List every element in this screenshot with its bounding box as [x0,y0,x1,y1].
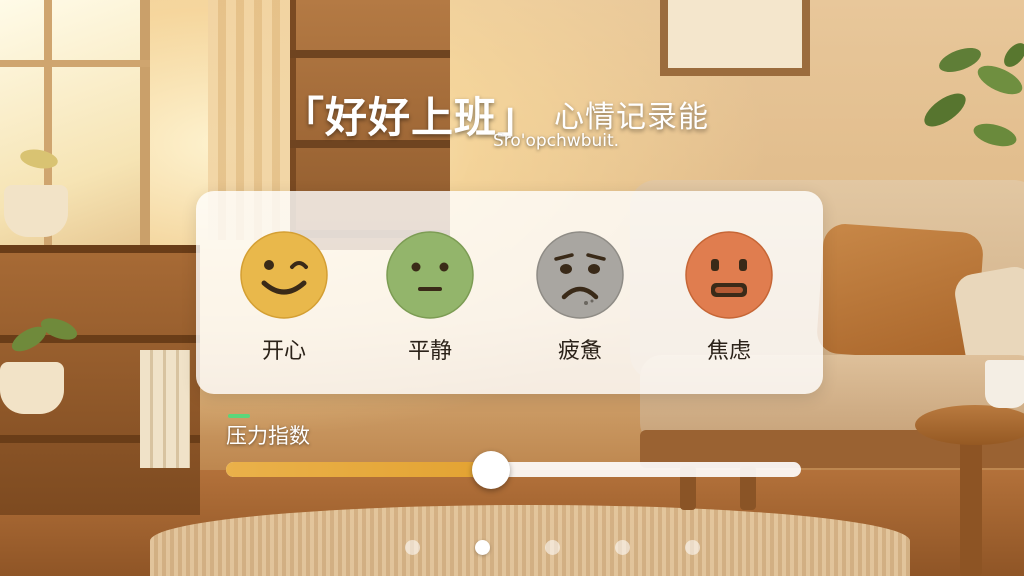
side-table [915,405,1024,445]
plant [924,43,1024,147]
pagination-dots [405,540,705,556]
app-tagline: Sro'opchwbuit. [493,131,620,151]
pressure-slider-track[interactable] [226,462,801,477]
mood-option-tired[interactable]: 疲惫 [520,231,640,371]
mood-option-happy[interactable]: 开心 [224,231,344,371]
calm-face-icon [386,231,474,319]
page-dot[interactable] [405,540,420,555]
mood-label: 开心 [261,339,306,364]
books [140,350,190,468]
tired-face-icon [536,231,624,319]
page-dot[interactable] [475,540,490,555]
pressure-label: 压力指数 [226,424,310,448]
shelf-board [290,50,450,58]
anxious-face-icon [685,231,773,319]
plant-pot [0,362,64,414]
pressure-slider-fill [226,462,491,477]
mood-option-calm[interactable]: 平静 [370,231,490,371]
coffee-cup [985,360,1024,408]
side-table-leg [960,430,982,576]
happy-face-icon [240,231,328,319]
mood-label: 平静 [407,339,452,364]
page-dot[interactable] [615,540,630,555]
flower-pot [4,185,68,237]
mood-card: 开心 平静 疲惫 焦虑 [196,191,823,394]
mood-option-anxious[interactable]: 焦虑 [669,231,789,371]
mood-label: 焦虑 [706,339,751,364]
pressure-slider-thumb[interactable] [471,451,510,489]
mood-label: 疲惫 [557,339,602,364]
wall-picture [660,0,810,76]
page-dot[interactable] [685,540,700,555]
page-dot[interactable] [545,540,560,555]
pressure-indicator [228,414,250,418]
app-subtitle: 心情记录能 [554,100,709,135]
